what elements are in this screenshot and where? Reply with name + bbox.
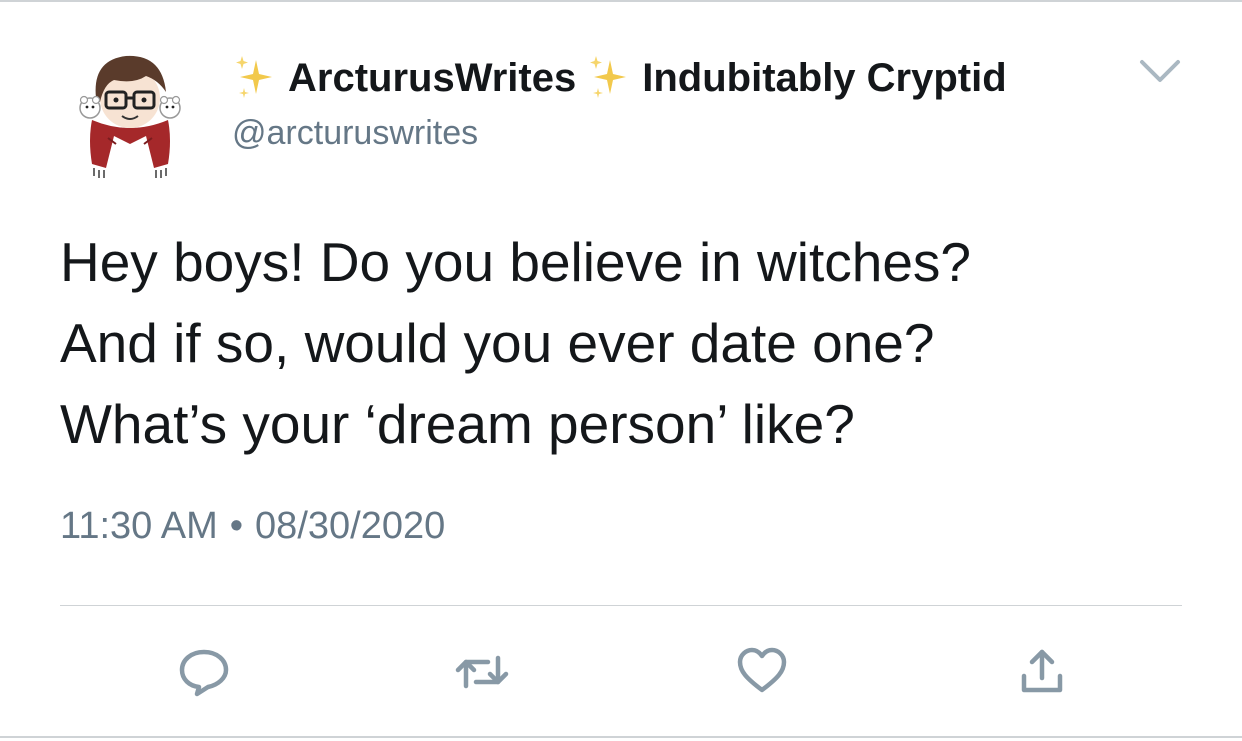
reply-icon <box>179 649 229 697</box>
tweet-text: Hey boys! Do you believe in witches? And… <box>60 222 1190 465</box>
sparkles-icon <box>586 52 634 104</box>
bottom-border <box>0 736 1242 738</box>
user-handle[interactable]: @arcturuswrites <box>232 114 478 153</box>
retweet-icon <box>455 655 509 689</box>
like-button[interactable] <box>732 644 792 700</box>
tweet-text-line: Hey boys! Do you believe in witches? <box>60 231 972 293</box>
avatar[interactable] <box>74 40 186 186</box>
tweet-text-line: And if so, would you ever date one? <box>60 312 935 374</box>
tweet-timestamp[interactable]: 11:30 AM • 08/30/2020 <box>60 505 445 548</box>
share-icon <box>1021 649 1063 693</box>
display-name-suffix: Indubitably Cryptid <box>642 55 1007 100</box>
display-name: ArcturusWrites <box>288 55 577 100</box>
separator-dot: • <box>229 505 244 547</box>
tweet-date: 08/30/2020 <box>255 505 446 547</box>
tweet-time: 11:30 AM <box>60 505 218 547</box>
sparkles-icon <box>232 52 280 104</box>
reply-button[interactable] <box>174 644 234 700</box>
retweet-button[interactable] <box>452 644 512 700</box>
top-border <box>0 0 1242 2</box>
like-icon <box>737 647 787 693</box>
tweet-author-name[interactable]: ArcturusWrites Indubitably Cryptid <box>232 52 1007 104</box>
chevron-down-icon[interactable] <box>1136 52 1184 92</box>
share-button[interactable] <box>1012 644 1072 700</box>
tweet-text-line: What’s your ‘dream person’ like? <box>60 393 855 455</box>
divider <box>60 605 1182 606</box>
